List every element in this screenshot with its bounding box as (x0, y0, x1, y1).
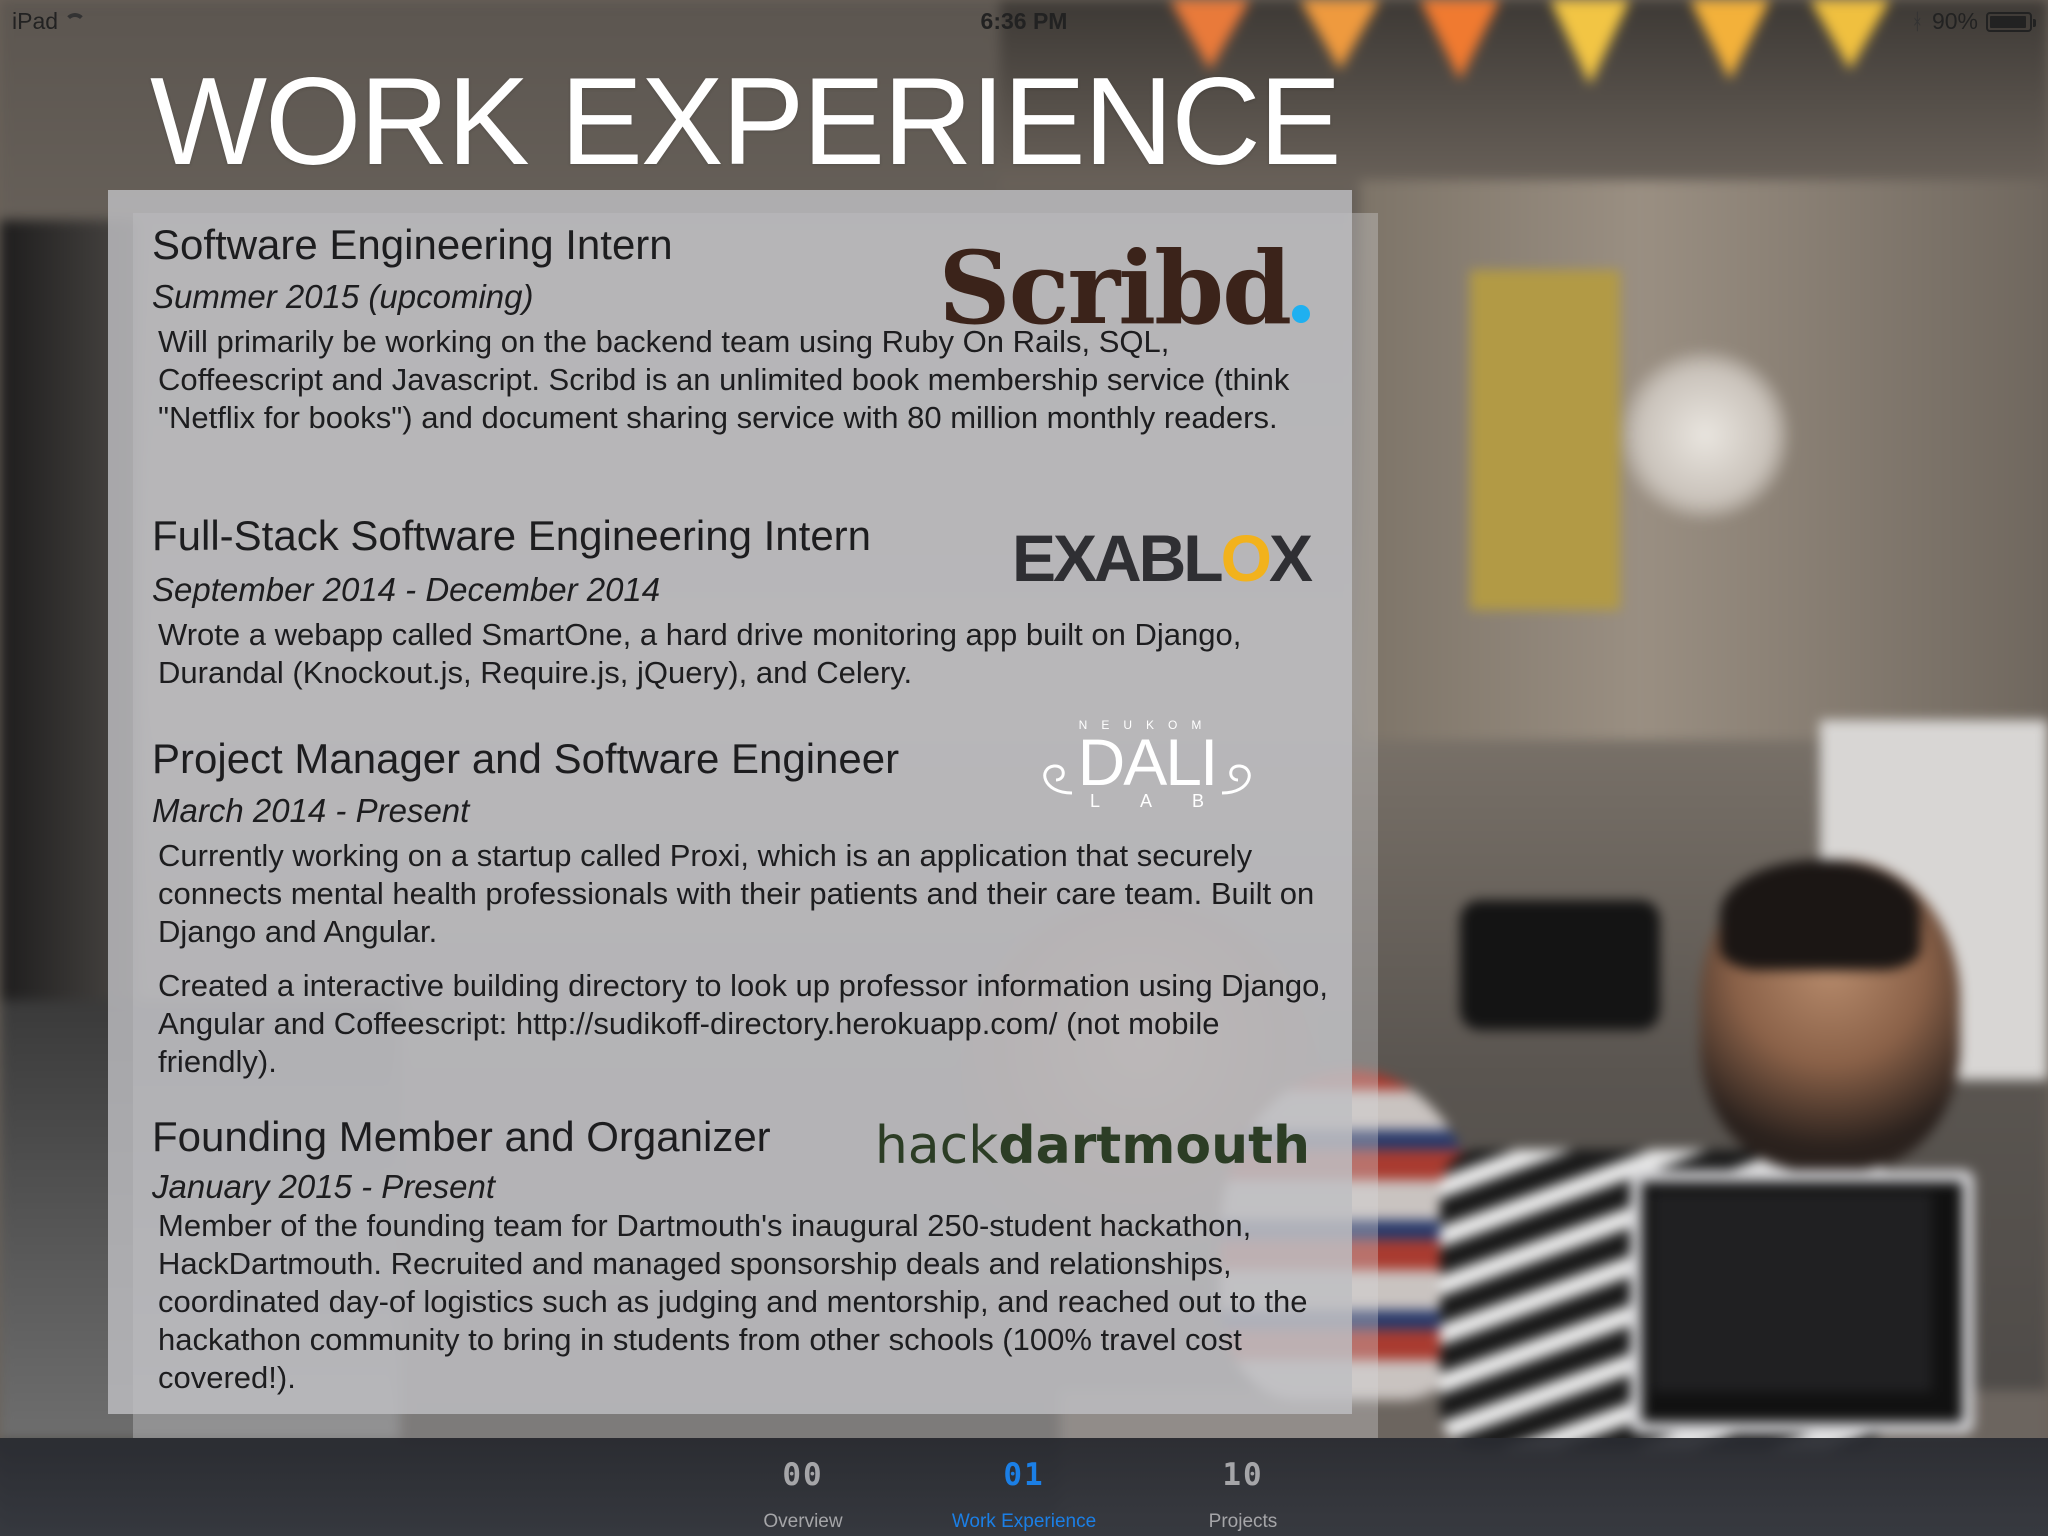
status-bar: iPad 6:36 PM ᚼ 90% (0, 0, 2048, 40)
tab-number: 00 (782, 1457, 824, 1493)
tab-number: 10 (1222, 1457, 1264, 1493)
work-experience-card: Software Engineering Intern Summer 2015 … (108, 190, 1352, 1414)
status-right: ᚼ 90% (1910, 8, 2036, 35)
tab-projects[interactable]: 10 Projects (1163, 1438, 1323, 1536)
job-entry-scribd: Software Engineering Intern Summer 2015 … (152, 224, 1332, 437)
job-description: Wrote a webapp called SmartOne, a hard d… (158, 617, 1242, 690)
exablox-logo: EXABLOX (1011, 521, 1313, 595)
job-entry-dali: Project Manager and Software Engineer Ma… (152, 718, 1332, 1081)
tab-overview[interactable]: 00 Overview (723, 1438, 883, 1536)
battery-icon (1986, 11, 2036, 32)
status-time: 6:36 PM (980, 8, 1068, 34)
job-description: Member of the founding team for Dartmout… (158, 1208, 1308, 1395)
tab-label: Overview (763, 1511, 843, 1532)
hackdartmouth-logo: hackdartmouth (874, 1116, 1310, 1176)
job-description: Currently working on a startup called Pr… (158, 838, 1315, 949)
page-title: WORK EXPERIENCE (150, 53, 1342, 191)
dali-lab-logo: NEUKOM DALI LAB (1032, 718, 1262, 828)
battery-percent: 90% (1931, 8, 1978, 34)
tab-bar: 00 Overview 01 Work Experience 10 Projec… (0, 1438, 2048, 1536)
tab-label: Projects (1208, 1511, 1278, 1532)
scribd-logo: Scribd (938, 238, 1310, 338)
job-entry-hackdartmouth: Founding Member and Organizer January 20… (152, 1116, 1332, 1397)
tab-label: Work Experience (951, 1511, 1097, 1532)
tab-work-experience[interactable]: 01 Work Experience (944, 1438, 1104, 1536)
bluetooth-icon: ᚼ (1910, 8, 1924, 34)
job-entry-exablox: Full-Stack Software Engineering Intern S… (152, 515, 1332, 692)
job-description: Created a interactive building directory… (158, 968, 1329, 1079)
tab-number: 01 (1003, 1457, 1045, 1493)
